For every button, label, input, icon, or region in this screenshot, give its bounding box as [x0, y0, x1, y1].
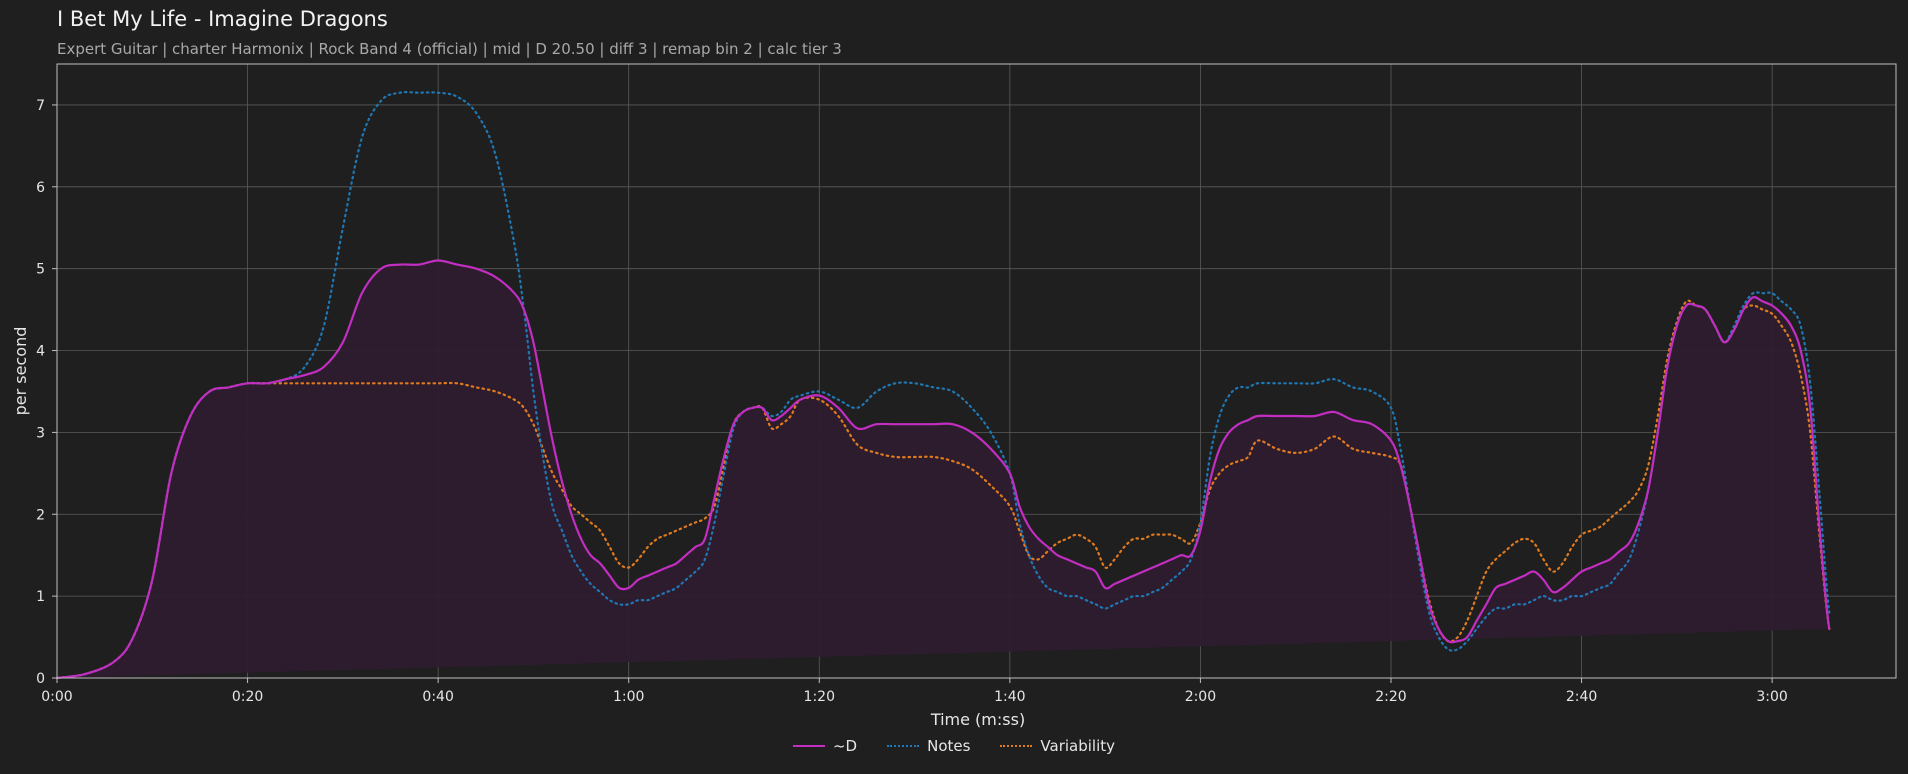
x-tick-label: 2:20: [1375, 689, 1406, 705]
y-tick-label: 7: [36, 98, 45, 114]
x-tick-label: 0:40: [422, 689, 453, 705]
legend-swatch-notes: [887, 745, 920, 747]
y-tick-label: 0: [36, 671, 45, 687]
x-tick-label: 1:20: [804, 689, 835, 705]
x-tick-label: 3:00: [1756, 689, 1787, 705]
y-tick-label: 3: [36, 425, 45, 441]
x-tick-label: 0:00: [41, 689, 72, 705]
legend-item-variability[interactable]: Variability: [1000, 737, 1115, 755]
x-tick-label: 0:20: [232, 689, 263, 705]
legend-swatch-d: [792, 745, 825, 747]
legend-label-d: ~D: [832, 737, 858, 755]
legend-item-d[interactable]: ~D: [792, 737, 858, 755]
y-tick-label: 2: [36, 507, 45, 523]
y-tick-label: 6: [36, 180, 45, 196]
line-chart: 0:00 0:20 0:40 1:00 1:20 1:40 2:00 2:20 2:40 3:00…: [11, 63, 1897, 729]
legend-label-notes: Notes: [927, 737, 971, 755]
x-tick-label: 2:00: [1185, 689, 1216, 705]
y-tick-label: 5: [36, 262, 45, 278]
legend-item-notes[interactable]: Notes: [887, 737, 970, 755]
x-axis-label: Time (m:ss): [930, 710, 1025, 729]
y-tick-label: 1: [36, 589, 45, 605]
legend-swatch-variability: [1000, 745, 1033, 747]
x-tick-label: 2:40: [1566, 689, 1597, 705]
x-tick-label: 1:00: [613, 689, 644, 705]
y-tick-label: 4: [36, 344, 45, 360]
y-axis-label: per second: [11, 327, 30, 416]
x-tick-label: 1:40: [994, 689, 1025, 705]
legend-label-variability: Variability: [1040, 737, 1116, 755]
legend: ~D Notes Variability: [0, 737, 1908, 755]
